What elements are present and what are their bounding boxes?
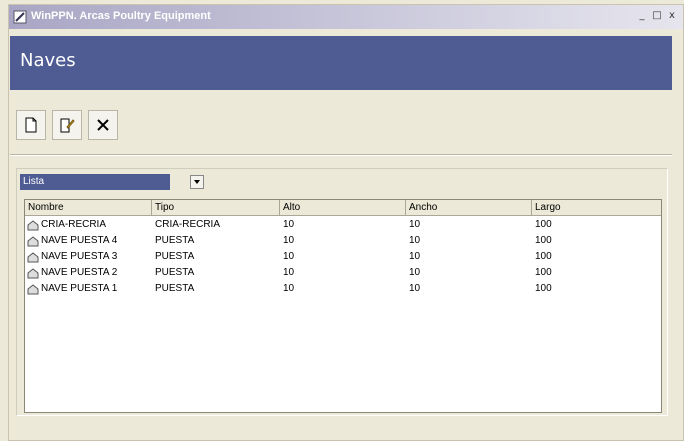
close-button[interactable]: x (665, 9, 679, 23)
cell-alto: 10 (283, 283, 295, 294)
new-button[interactable] (16, 110, 46, 140)
view-select-value[interactable]: Lista (20, 174, 170, 190)
cell-ancho: 10 (409, 235, 421, 246)
list-item[interactable]: NAVE PUESTA 1 PUESTA 10 10 100 (25, 281, 661, 297)
app-icon (13, 10, 27, 24)
cell-largo: 100 (535, 251, 552, 262)
toolbar (16, 110, 118, 140)
cell-largo: 100 (535, 283, 552, 294)
cell-largo: 100 (535, 267, 552, 278)
cell-alto: 10 (283, 267, 295, 278)
cell-largo: 100 (535, 235, 552, 246)
cell-alto: 10 (283, 235, 295, 246)
cell-nombre: CRIA-RECRIA (41, 219, 107, 230)
cell-nombre: NAVE PUESTA 1 (41, 283, 118, 294)
cell-ancho: 10 (409, 251, 421, 262)
view-select[interactable]: Lista (20, 174, 204, 190)
list-item[interactable]: NAVE PUESTA 3 PUESTA 10 10 100 (25, 249, 661, 265)
new-document-icon (25, 117, 37, 133)
cell-nombre: NAVE PUESTA 3 (41, 251, 118, 262)
delete-x-icon (97, 119, 109, 131)
cell-ancho: 10 (409, 267, 421, 278)
column-header-nombre[interactable]: Nombre (25, 200, 152, 215)
list-item[interactable]: CRIA-RECRIA CRIA-RECRIA 10 10 100 (25, 217, 661, 233)
header-banner: Naves (10, 36, 672, 90)
title-bar[interactable]: WinPPN. Arcas Poultry Equipment _ □ x (9, 5, 683, 29)
list-header: Nombre Tipo Alto Ancho Largo (25, 200, 661, 216)
window-title: WinPPN. Arcas Poultry Equipment (31, 10, 211, 22)
column-header-ancho[interactable]: Ancho (406, 200, 532, 215)
column-header-alto[interactable]: Alto (280, 200, 406, 215)
column-header-largo[interactable]: Largo (532, 200, 661, 215)
edit-button[interactable] (52, 110, 82, 140)
cell-ancho: 10 (409, 219, 421, 230)
cell-largo: 100 (535, 219, 552, 230)
edit-icon (60, 118, 75, 133)
maximize-button[interactable]: □ (650, 9, 664, 23)
minimize-button[interactable]: _ (635, 9, 649, 23)
cell-alto: 10 (283, 219, 295, 230)
list-item[interactable]: NAVE PUESTA 4 PUESTA 10 10 100 (25, 233, 661, 249)
cell-tipo: PUESTA (155, 267, 195, 278)
cell-tipo: PUESTA (155, 251, 195, 262)
cell-ancho: 10 (409, 283, 421, 294)
cell-nombre: NAVE PUESTA 4 (41, 235, 118, 246)
divider (10, 154, 672, 156)
page-title: Naves (20, 50, 76, 71)
cell-tipo: CRIA-RECRIA (155, 219, 221, 230)
list-item[interactable]: NAVE PUESTA 2 PUESTA 10 10 100 (25, 265, 661, 281)
cell-tipo: PUESTA (155, 235, 195, 246)
cell-alto: 10 (283, 251, 295, 262)
chevron-down-icon[interactable] (190, 175, 204, 189)
column-header-tipo[interactable]: Tipo (152, 200, 280, 215)
cell-nombre: NAVE PUESTA 2 (41, 267, 118, 278)
delete-button[interactable] (88, 110, 118, 140)
cell-tipo: PUESTA (155, 283, 195, 294)
naves-list[interactable]: Nombre Tipo Alto Ancho Largo CRIA-RECRIA… (24, 199, 662, 413)
